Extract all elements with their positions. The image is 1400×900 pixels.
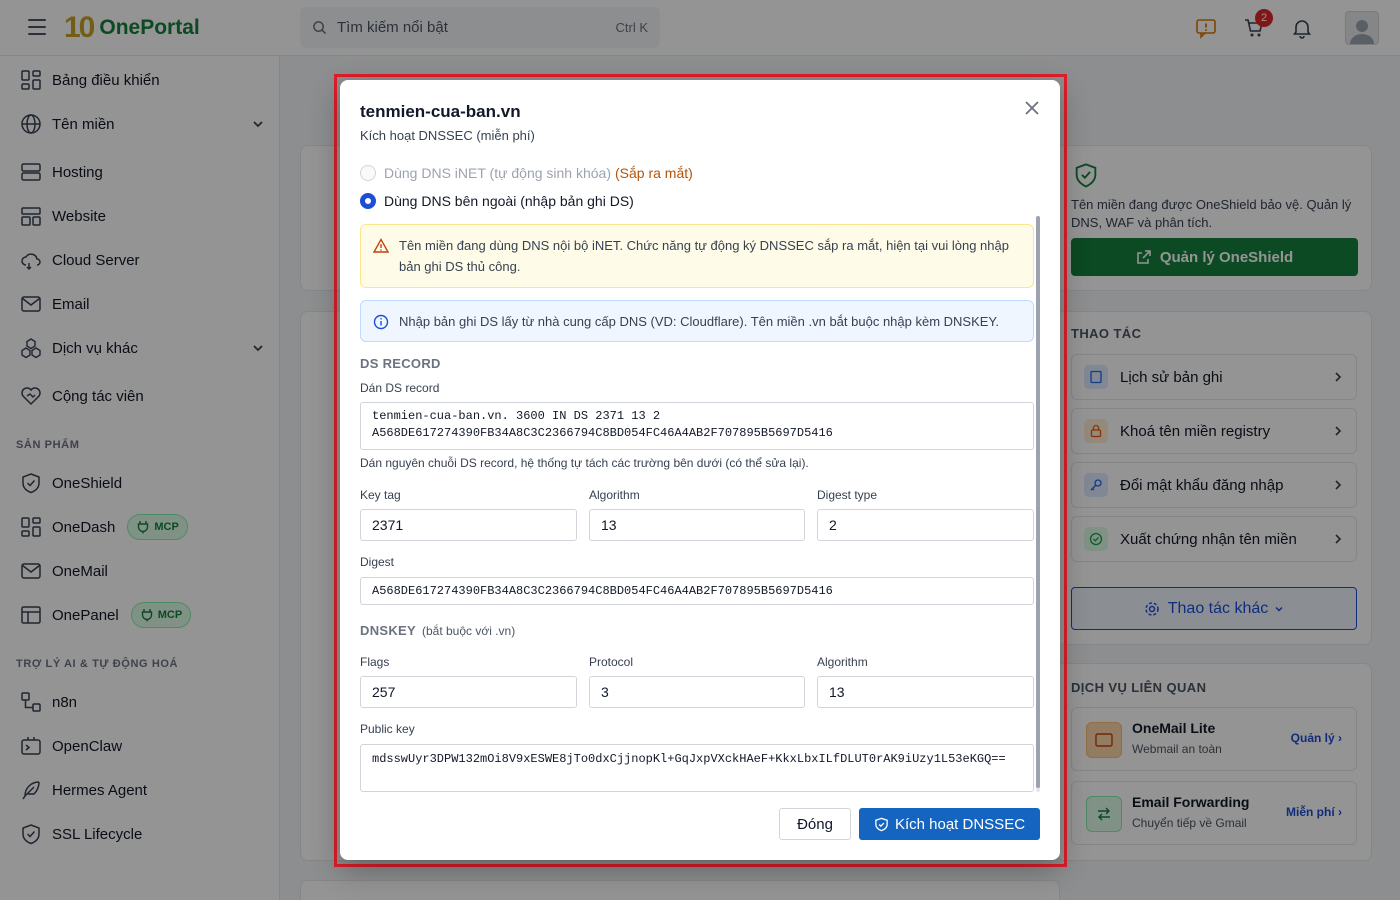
ds-paste-label: Dán DS record: [360, 381, 440, 395]
digest-type-input[interactable]: 2: [817, 509, 1034, 541]
dnskey-heading-label: DNSKEY: [360, 623, 416, 638]
activate-dnssec-label: Kích hoạt DNSSEC: [894, 815, 1026, 833]
close-button[interactable]: Đóng: [779, 808, 851, 840]
radio-inet: [360, 165, 376, 181]
digest-type-label: Digest type: [817, 488, 878, 502]
option-inet-dns: Dùng DNS iNET (tự động sinh khóa) (Sắp r…: [360, 163, 693, 183]
dnskey-heading: DNSKEY (bắt buộc với .vn): [360, 623, 515, 638]
info-text: Nhập bản ghi DS lấy từ nhà cung cấp DNS …: [399, 314, 1000, 329]
shield-check-icon: [875, 817, 888, 831]
coming-soon-tag: (Sắp ra mắt): [615, 165, 693, 181]
warning-icon: [373, 238, 389, 253]
radio-external[interactable]: [360, 193, 376, 209]
modal-scrollbar[interactable]: [1036, 216, 1040, 792]
scrollbar-thumb[interactable]: [1036, 216, 1040, 788]
info-icon: [373, 314, 389, 330]
activate-dnssec-button[interactable]: Kích hoạt DNSSEC: [859, 808, 1040, 840]
pubkey-label: Public key: [360, 722, 415, 736]
dnskey-algorithm-label: Algorithm: [817, 655, 868, 669]
warning-text: Tên miền đang dùng DNS nội bộ iNET. Chức…: [399, 238, 1009, 274]
pubkey-textarea[interactable]: mdsswUyr3DPW132mOi8V9xESWE8jTo0dxCjjnopK…: [360, 744, 1034, 792]
ds-record-textarea[interactable]: tenmien-cua-ban.vn. 3600 IN DS 2371 13 2…: [360, 402, 1034, 450]
close-button-label: Đóng: [797, 815, 833, 833]
option-inet-label: Dùng DNS iNET (tự động sinh khóa): [384, 165, 611, 181]
algorithm-label: Algorithm: [589, 488, 640, 502]
algorithm-input[interactable]: 13: [589, 509, 805, 541]
dnssec-modal: tenmien-cua-ban.vn Kích hoạt DNSSEC (miễ…: [340, 80, 1060, 860]
flags-input[interactable]: 257: [360, 676, 577, 708]
close-icon[interactable]: [1022, 98, 1042, 118]
digest-label: Digest: [360, 555, 395, 569]
digest-input[interactable]: A568DE617274390FB34A8C3C2366794C8BD054FC…: [360, 577, 1034, 605]
option-external-dns[interactable]: Dùng DNS bên ngoài (nhập bản ghi DS): [360, 191, 634, 211]
ds-help-text: Dán nguyên chuỗi DS record, hệ thống tự …: [360, 456, 809, 470]
keytag-label: Key tag: [360, 488, 401, 502]
modal-body: Tên miền đang dùng DNS nội bộ iNET. Chức…: [360, 224, 1034, 792]
protocol-label: Protocol: [589, 655, 634, 669]
dnskey-note: (bắt buộc với .vn): [421, 624, 516, 638]
ds-record-heading: DS RECORD: [360, 356, 441, 371]
modal-title: tenmien-cua-ban.vn: [360, 102, 521, 121]
dnskey-algorithm-input[interactable]: 13: [817, 676, 1034, 708]
option-external-label: Dùng DNS bên ngoài (nhập bản ghi DS): [384, 193, 634, 209]
flags-label: Flags: [360, 655, 390, 669]
protocol-input[interactable]: 3: [589, 676, 805, 708]
info-alert: Nhập bản ghi DS lấy từ nhà cung cấp DNS …: [360, 300, 1034, 342]
keytag-input[interactable]: 2371: [360, 509, 577, 541]
warning-alert: Tên miền đang dùng DNS nội bộ iNET. Chức…: [360, 224, 1034, 288]
modal-subtitle: Kích hoạt DNSSEC (miễn phí): [360, 128, 535, 143]
